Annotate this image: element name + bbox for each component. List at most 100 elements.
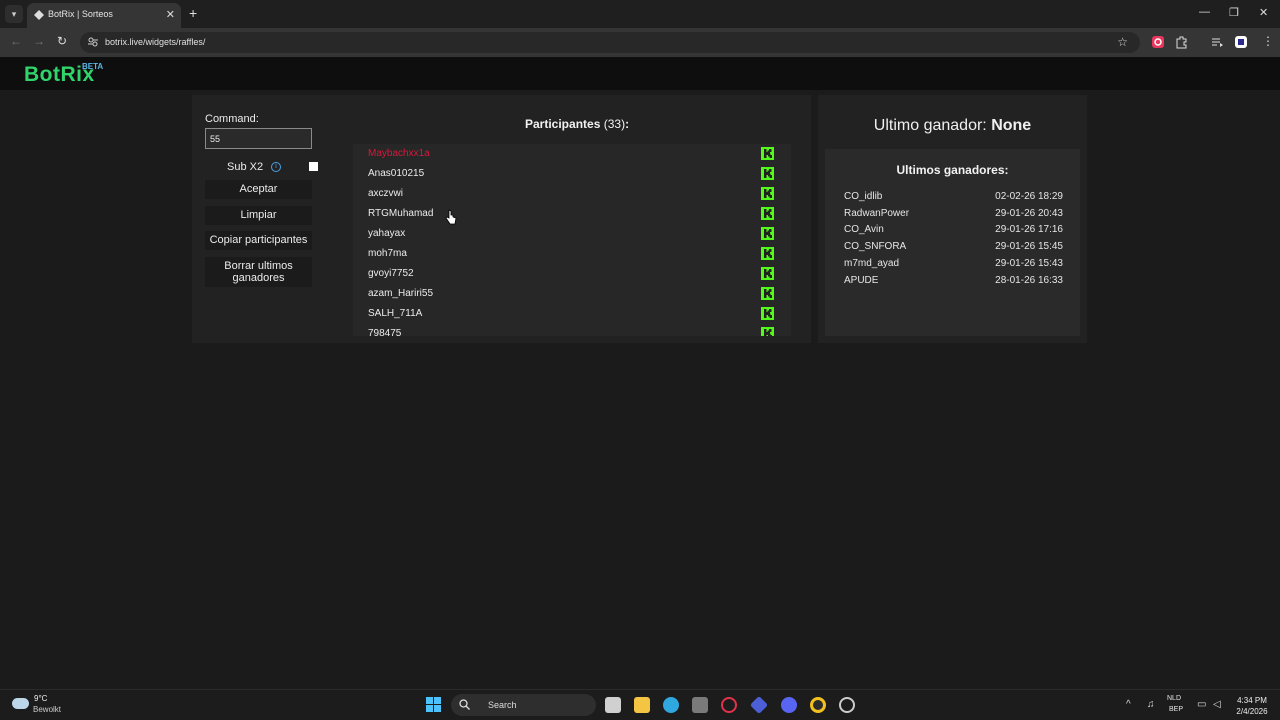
winner-row: APUDE 28-01-26 16:33 bbox=[844, 275, 1064, 291]
window-close-icon[interactable]: ✕ bbox=[1259, 6, 1268, 19]
participant-row[interactable]: SALH_711A bbox=[353, 304, 774, 324]
mouse-cursor-icon bbox=[445, 209, 457, 225]
kick-icon bbox=[761, 187, 774, 200]
app-icon[interactable] bbox=[749, 695, 769, 715]
winner-name: RadwanPower bbox=[844, 207, 910, 219]
recent-winners-box: Ultimos ganadores: CO_idlib 02-02-26 18:2… bbox=[825, 149, 1080, 336]
participant-row[interactable]: 798475 bbox=[353, 324, 774, 336]
browser-tab-bar: ▾ BotRix | Sorteos ✕ + — ❐ ✕ bbox=[0, 0, 1280, 28]
participants-colon: : bbox=[625, 117, 630, 131]
winner-name: CO_Avin bbox=[844, 224, 884, 236]
clear-button[interactable]: Limpiar bbox=[205, 206, 312, 225]
language-bottom[interactable]: BEP bbox=[1169, 706, 1183, 713]
participant-row[interactable]: Maybachxx1a bbox=[353, 144, 774, 164]
tab-close-icon[interactable]: ✕ bbox=[166, 8, 175, 21]
copy-participants-button[interactable]: Copiar participantes bbox=[205, 231, 312, 250]
language-top[interactable]: NLD bbox=[1167, 695, 1181, 702]
last-winner-value: None bbox=[991, 117, 1032, 134]
chrome-icon[interactable] bbox=[810, 697, 826, 713]
winner-date: 02-02-26 18:29 bbox=[995, 191, 1063, 202]
volume-icon[interactable]: ◁ bbox=[1213, 699, 1221, 710]
address-bar[interactable]: botrix.live/widgets/raffles/ ☆ bbox=[80, 32, 1140, 53]
browser-tab[interactable]: BotRix | Sorteos ✕ bbox=[27, 3, 181, 28]
beta-badge: BETA bbox=[82, 62, 104, 71]
site-info-icon[interactable] bbox=[87, 36, 99, 48]
restore-icon[interactable]: ❐ bbox=[1229, 6, 1239, 19]
start-button-icon[interactable] bbox=[426, 697, 441, 712]
participant-row[interactable]: RTGMuhamad bbox=[353, 204, 774, 224]
command-input[interactable] bbox=[205, 128, 312, 149]
winner-row: m7md_ayad 29-01-26 15:43 bbox=[844, 258, 1064, 274]
winner-name: CO_SNFORA bbox=[844, 241, 907, 253]
participants-title-label: Participantes bbox=[525, 117, 601, 131]
clock-date: 2/4/2026 bbox=[1236, 707, 1268, 716]
sub-x2-checkbox[interactable] bbox=[309, 162, 318, 171]
winner-date: 28-01-26 16:33 bbox=[995, 274, 1063, 286]
winner-name: m7md_ayad bbox=[844, 257, 900, 269]
participant-name: azam_Hariri55 bbox=[368, 288, 434, 299]
participant-row[interactable]: azam_Hariri55 bbox=[353, 284, 774, 304]
participants-title: Participantes (33): bbox=[525, 117, 629, 131]
search-placeholder: Search bbox=[488, 700, 517, 710]
winner-row: CO_SNFORA 29-01-26 15:45 bbox=[844, 241, 1064, 257]
minimize-icon[interactable]: — bbox=[1199, 6, 1210, 18]
favicon-icon bbox=[34, 10, 44, 20]
browser-toolbar: ← → ↻ botrix.live/widgets/raffles/ ☆ ⋮ bbox=[0, 28, 1280, 57]
accept-button[interactable]: Aceptar bbox=[205, 180, 312, 199]
clock-time: 4:34 PM bbox=[1237, 696, 1267, 705]
taskbar-search[interactable]: Search bbox=[451, 694, 596, 716]
tray-overflow-icon[interactable]: ^ bbox=[1126, 699, 1131, 710]
delete-winners-button[interactable]: Borrar ultimos ganadores bbox=[205, 257, 312, 287]
profile-icon[interactable] bbox=[1234, 35, 1248, 49]
reload-icon[interactable]: ↻ bbox=[57, 34, 67, 48]
opera-icon[interactable] bbox=[721, 697, 737, 713]
clock[interactable]: 4:34 PM 2/4/2026 bbox=[1230, 695, 1274, 717]
participant-row[interactable]: moh7ma bbox=[353, 244, 774, 264]
tab-search-icon[interactable]: ▾ bbox=[5, 5, 23, 23]
participant-row[interactable]: gvoyi7752 bbox=[353, 264, 774, 284]
participant-name: moh7ma bbox=[368, 248, 407, 259]
kick-icon bbox=[761, 167, 774, 180]
extension-icon[interactable] bbox=[1151, 35, 1165, 49]
discord-icon[interactable] bbox=[781, 697, 797, 713]
media-control-icon[interactable] bbox=[1210, 35, 1224, 49]
extensions-puzzle-icon[interactable] bbox=[1175, 35, 1189, 49]
weather-temperature: 9°C bbox=[34, 694, 48, 703]
menu-icon[interactable]: ⋮ bbox=[1262, 34, 1274, 48]
app-icon[interactable] bbox=[839, 697, 855, 713]
winner-row: CO_idlib 02-02-26 18:29 bbox=[844, 191, 1064, 207]
back-icon[interactable]: ← bbox=[10, 34, 22, 48]
store-icon[interactable] bbox=[692, 697, 708, 713]
search-icon bbox=[459, 699, 470, 710]
kick-icon bbox=[761, 327, 774, 336]
info-icon[interactable]: i bbox=[271, 162, 281, 172]
participant-row[interactable]: Anas010215 bbox=[353, 164, 774, 184]
kick-icon bbox=[761, 247, 774, 260]
participant-row[interactable]: yahayax bbox=[353, 224, 774, 244]
task-view-icon[interactable] bbox=[605, 697, 621, 713]
participants-list[interactable]: ▲ ▼ Maybachxx1aAnas010215axczvwiRTGMuham… bbox=[353, 144, 791, 336]
winner-name: APUDE bbox=[844, 274, 879, 286]
raffle-panel: Command: Sub X2 i Aceptar Limpiar Copiar… bbox=[192, 95, 811, 343]
participant-name: Anas010215 bbox=[368, 168, 425, 179]
tab-title: BotRix | Sorteos bbox=[48, 9, 113, 19]
bookmark-star-icon[interactable]: ☆ bbox=[1117, 35, 1128, 49]
file-explorer-icon[interactable] bbox=[634, 697, 650, 713]
network-icon[interactable]: ▭ bbox=[1197, 699, 1206, 710]
participant-name: Maybachxx1a bbox=[368, 148, 430, 159]
kick-icon bbox=[761, 227, 774, 240]
command-label: Command: bbox=[205, 113, 259, 125]
weather-condition: Bewolkt bbox=[33, 705, 62, 714]
kick-icon bbox=[761, 147, 774, 160]
winners-panel: Ultimo ganador: None Ultimos ganadores: … bbox=[818, 95, 1087, 343]
participants-count: (33) bbox=[603, 117, 626, 131]
edge-icon[interactable] bbox=[663, 697, 679, 713]
kick-icon bbox=[761, 307, 774, 320]
participant-row[interactable]: axczvwi bbox=[353, 184, 774, 204]
kick-icon bbox=[761, 207, 774, 220]
new-tab-icon[interactable]: + bbox=[189, 5, 197, 21]
forward-icon[interactable]: → bbox=[33, 34, 45, 48]
participant-name: SALH_711A bbox=[368, 308, 423, 319]
weather-cloud-icon[interactable] bbox=[12, 698, 29, 709]
microphone-icon[interactable]: ♫ bbox=[1147, 699, 1155, 710]
